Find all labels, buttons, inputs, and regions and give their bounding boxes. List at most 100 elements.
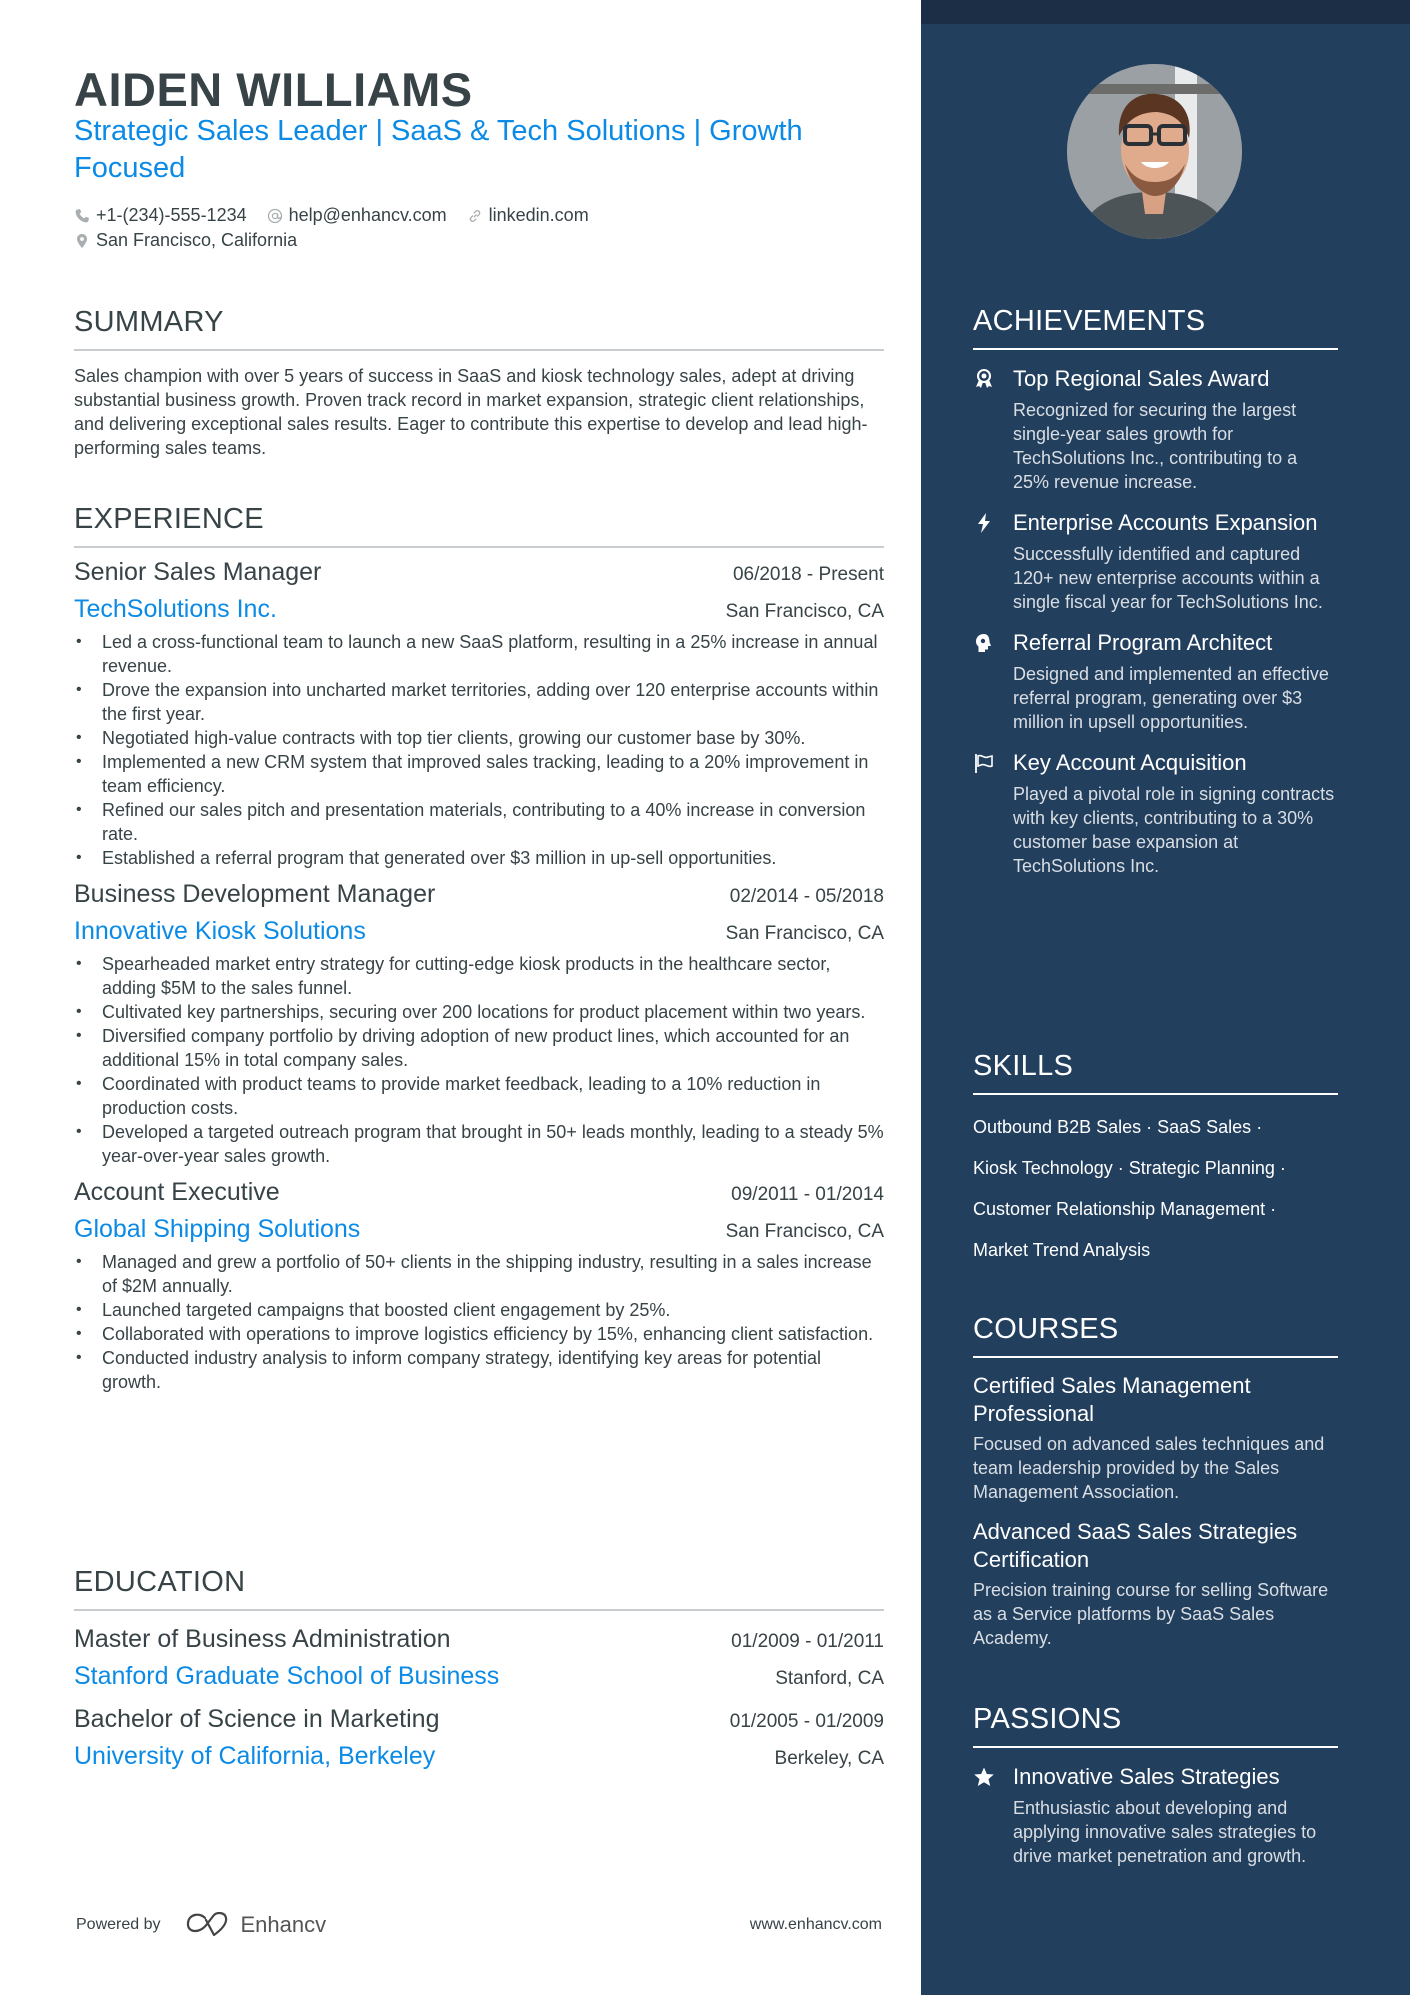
- job-title: Account Executive: [74, 1178, 280, 1206]
- experience-bullet: Established a referral program that gene…: [74, 846, 884, 870]
- sidebar: ACHIEVEMENTS Top Regional Sales Award Re…: [921, 0, 1410, 1995]
- sidebar-top-band: [921, 0, 1410, 24]
- company-name[interactable]: Global Shipping Solutions: [74, 1215, 360, 1244]
- degree: Bachelor of Science in Marketing: [74, 1705, 440, 1733]
- achievement-description: Recognized for securing the largest sing…: [1013, 400, 1298, 492]
- school-location: Stanford, CA: [775, 1668, 884, 1689]
- school-name[interactable]: Stanford Graduate School of Business: [74, 1662, 499, 1691]
- course-description: Precision training course for selling So…: [973, 1580, 1329, 1648]
- bullet-list: Managed and grew a portfolio of 50+ clie…: [74, 1250, 884, 1394]
- course-item: Advanced SaaS Sales Strategies Certifica…: [973, 1518, 1338, 1650]
- company-name[interactable]: Innovative Kiosk Solutions: [74, 917, 366, 946]
- bullet-list: Spearheaded market entry strategy for cu…: [74, 952, 884, 1168]
- achievement-title: Top Regional Sales Award: [1013, 366, 1270, 391]
- job-dates: 06/2018 - Present: [732, 564, 884, 585]
- passion-description: Enthusiastic about developing and applyi…: [1013, 1798, 1317, 1866]
- star-icon: [973, 1762, 1013, 1868]
- education-section: EDUCATION Master of Business Administrat…: [74, 1566, 884, 1771]
- course-title: Advanced SaaS Sales Strategies Certifica…: [973, 1519, 1298, 1572]
- experience-bullet: Launched targeted campaigns that boosted…: [74, 1298, 884, 1322]
- headline: Strategic Sales Leader | SaaS & Tech Sol…: [74, 115, 803, 184]
- achievement-item: Top Regional Sales Award Recognized for …: [973, 364, 1338, 494]
- experience-bullet: Developed a targeted outreach program th…: [74, 1120, 884, 1168]
- skill-separator: ·: [1251, 1117, 1263, 1137]
- job-location: San Francisco, CA: [725, 923, 884, 944]
- job-title: Business Development Manager: [74, 880, 436, 908]
- section-title: COURSES: [973, 1313, 1119, 1345]
- powered-by-label: Powered by: [76, 1916, 161, 1933]
- degree: Master of Business Administration: [74, 1625, 451, 1653]
- location-pin-icon: [77, 233, 87, 248]
- at-icon: [267, 208, 282, 223]
- course-item: Certified Sales Management Professional …: [973, 1372, 1338, 1504]
- education-entry: Bachelor of Science in Marketing 01/2005…: [74, 1705, 884, 1771]
- achievements-section: ACHIEVEMENTS Top Regional Sales Award Re…: [973, 305, 1338, 878]
- phone-number[interactable]: +1-(234)-555-1234: [96, 203, 247, 228]
- section-title: EXPERIENCE: [74, 503, 264, 535]
- experience-bullet: Drove the expansion into uncharted marke…: [74, 678, 884, 726]
- experience-bullet: Refined our sales pitch and presentation…: [74, 798, 884, 846]
- school-name[interactable]: University of California, Berkeley: [74, 1742, 435, 1771]
- skill-item: Customer Relationship Management: [973, 1199, 1266, 1219]
- award-icon: [973, 364, 1013, 494]
- experience-bullet: Spearheaded market entry strategy for cu…: [74, 952, 884, 1000]
- section-divider: [74, 546, 884, 548]
- experience-bullet: Implemented a new CRM system that improv…: [74, 750, 884, 798]
- achievement-description: Played a pivotal role in signing contrac…: [1013, 784, 1335, 876]
- achievement-title: Referral Program Architect: [1013, 630, 1273, 655]
- job-title: Senior Sales Manager: [74, 558, 322, 586]
- link-icon: [469, 209, 480, 222]
- section-title: SUMMARY: [74, 306, 224, 338]
- section-divider: [74, 1609, 884, 1611]
- experience-bullet: Cultivated key partnerships, securing ov…: [74, 1000, 884, 1024]
- job-dates: 09/2011 - 01/2014: [731, 1184, 884, 1205]
- experience-bullet: Conducted industry analysis to inform co…: [74, 1346, 884, 1394]
- experience-section: EXPERIENCE Senior Sales Manager 06/2018 …: [74, 503, 884, 1394]
- achievement-description: Successfully identified and captured 120…: [1013, 544, 1323, 612]
- profile-photo: [1067, 64, 1242, 239]
- section-title: PASSIONS: [973, 1703, 1122, 1735]
- footer: Powered by Enhancv www.enhancv.com: [76, 1912, 882, 1938]
- achievement-item: Referral Program Architect Designed and …: [973, 628, 1338, 734]
- skill-separator: ·: [1265, 1199, 1277, 1219]
- brand-logo[interactable]: Enhancv: [185, 1912, 326, 1938]
- linkedin-link[interactable]: linkedin.com: [489, 203, 589, 228]
- enhancv-logo-icon: [186, 1912, 227, 1937]
- phone-icon: [75, 208, 89, 222]
- skill-item: Strategic Planning: [1128, 1158, 1275, 1178]
- summary-text: Sales champion with over 5 years of succ…: [74, 366, 868, 458]
- experience-entry: Account Executive 09/2011 - 01/2014 Glob…: [74, 1178, 884, 1394]
- bullet-list: Led a cross-functional team to launch a …: [74, 630, 884, 870]
- course-title: Certified Sales Management Professional: [973, 1373, 1251, 1426]
- section-divider: [973, 1746, 1338, 1748]
- achievement-item: Key Account Acquisition Played a pivotal…: [973, 748, 1338, 878]
- achievement-title: Key Account Acquisition: [1013, 750, 1247, 775]
- education-dates: 01/2005 - 01/2009: [729, 1711, 884, 1732]
- skill-separator: ·: [1141, 1117, 1158, 1137]
- skill-separator: ·: [1112, 1158, 1129, 1178]
- section-divider: [973, 1356, 1338, 1358]
- avatar: [1067, 64, 1242, 239]
- experience-entry: Business Development Manager 02/2014 - 0…: [74, 880, 884, 1168]
- email-link[interactable]: help@enhancv.com: [289, 203, 447, 228]
- job-dates: 02/2014 - 05/2018: [729, 886, 884, 907]
- skill-item: Outbound B2B Sales: [973, 1117, 1142, 1137]
- achievement-item: Enterprise Accounts Expansion Successful…: [973, 508, 1338, 614]
- achievement-description: Designed and implemented an effective re…: [1013, 664, 1329, 732]
- experience-entry: Senior Sales Manager 06/2018 - Present T…: [74, 558, 884, 870]
- course-description: Focused on advanced sales techniques and…: [973, 1434, 1325, 1502]
- courses-section: COURSES Certified Sales Management Profe…: [973, 1313, 1338, 1650]
- skill-item: SaaS Sales: [1157, 1117, 1252, 1137]
- website-link[interactable]: www.enhancv.com: [750, 1916, 882, 1934]
- section-title: EDUCATION: [74, 1566, 246, 1598]
- summary-section: SUMMARY Sales champion with over 5 years…: [74, 306, 884, 460]
- passion-title: Innovative Sales Strategies: [1013, 1764, 1280, 1789]
- experience-bullet: Managed and grew a portfolio of 50+ clie…: [74, 1250, 884, 1298]
- passions-section: PASSIONS Innovative Sales Strategies Ent…: [973, 1703, 1338, 1868]
- skill-item: Market Trend Analysis: [973, 1240, 1151, 1260]
- experience-bullet: Coordinated with product teams to provid…: [74, 1072, 884, 1120]
- company-name[interactable]: TechSolutions Inc.: [74, 595, 277, 624]
- experience-bullet: Diversified company portfolio by driving…: [74, 1024, 884, 1072]
- contact-info: +1-(234)-555-1234 help@enhancv.com linke…: [74, 203, 589, 253]
- section-title: SKILLS: [973, 1050, 1074, 1082]
